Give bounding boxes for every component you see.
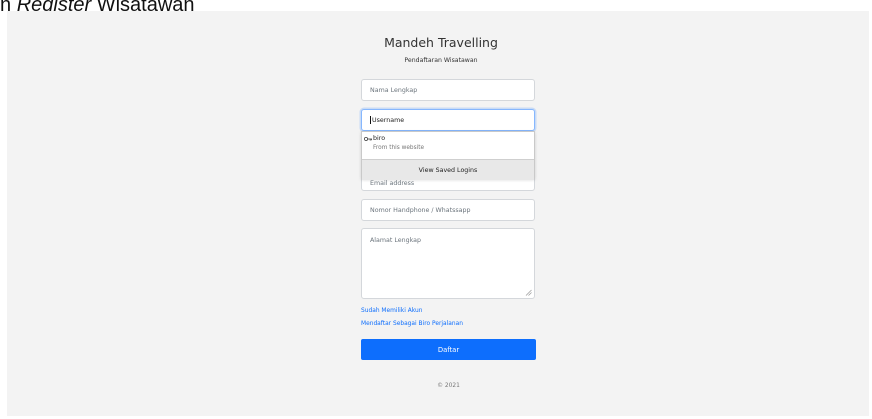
page-subtitle: Pendaftaran Wisatawan — [404, 57, 478, 64]
saved-login-source: From this website — [373, 145, 425, 151]
text-caret — [370, 116, 371, 124]
resize-handle-icon[interactable] — [525, 289, 532, 296]
full-name-placeholder: Nama Lengkap — [370, 86, 418, 94]
full-name-input[interactable]: Nama Lengkap — [361, 79, 535, 101]
saved-login-entry[interactable]: biro From this website — [364, 135, 532, 155]
saved-login-username: biro — [373, 135, 386, 142]
have-account-link[interactable]: Sudah Memiliki Akun — [361, 308, 422, 314]
username-input[interactable]: Username — [361, 109, 535, 131]
register-agency-link[interactable]: Mendaftar Sebagai Biro Perjalanan — [361, 321, 463, 327]
username-placeholder: Username — [372, 116, 405, 124]
address-placeholder: Alamat Lengkap — [370, 237, 422, 244]
view-saved-logins-button[interactable]: View Saved Logins — [362, 159, 534, 180]
email-placeholder: Email address — [370, 180, 415, 187]
phone-placeholder: Nomor Handphone / Whatssapp — [370, 206, 471, 214]
key-icon — [364, 137, 372, 141]
saved-login-dropdown: biro From this website View Saved Logins — [361, 131, 535, 180]
submit-button[interactable]: Daftar — [361, 339, 536, 360]
phone-input[interactable]: Nomor Handphone / Whatssapp — [361, 199, 535, 221]
browser-viewport: Mandeh Travelling Pendaftaran Wisatawan … — [7, 11, 869, 416]
copyright-footer: © 2021 — [437, 383, 460, 389]
page-title: Mandeh Travelling — [384, 35, 498, 50]
address-textarea[interactable]: Alamat Lengkap — [361, 228, 535, 299]
